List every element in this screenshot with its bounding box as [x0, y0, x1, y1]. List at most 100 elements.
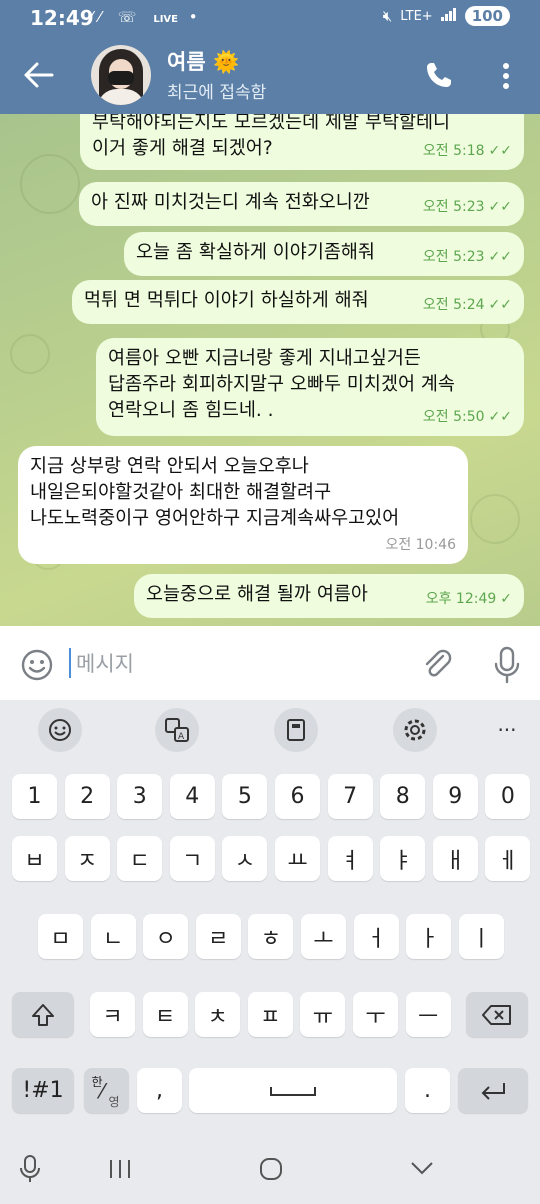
- key-number[interactable]: 4: [169, 774, 215, 819]
- more-icon: ···: [497, 718, 517, 742]
- message-time: 오전 5:23: [422, 199, 485, 215]
- key-letter[interactable]: ㅅ: [222, 836, 268, 881]
- key-number[interactable]: 5: [222, 774, 268, 819]
- message-time: 오전 10:46: [385, 537, 456, 553]
- message-bubble[interactable]: 지금 상부랑 연락 안되서 오늘오후나 내일은되야할것같아 최대한 해결할려구 …: [18, 446, 468, 564]
- voice-record-button[interactable]: [492, 646, 522, 684]
- kebab-menu-icon: [503, 63, 509, 89]
- key-letter[interactable]: ㅕ: [327, 836, 373, 881]
- space-key[interactable]: [189, 1068, 397, 1113]
- shift-key[interactable]: [12, 992, 74, 1037]
- message-bubble[interactable]: 부탁해야되는지도 모르겠는데 제발 부탁할테니 이거 좋게 해결 되겠어? 오전…: [80, 114, 524, 170]
- double-check-icon: ✓✓: [488, 409, 512, 425]
- chat-area[interactable]: 부탁해야되는지도 모르겠는데 제발 부탁할테니 이거 좋게 해결 되겠어? 오전…: [0, 114, 540, 626]
- key-letter[interactable]: ㅊ: [195, 992, 241, 1037]
- keyboard-settings-button[interactable]: [393, 708, 437, 752]
- key-number[interactable]: 1: [12, 774, 57, 819]
- smiley-icon: [21, 649, 53, 681]
- key-number[interactable]: 6: [275, 774, 320, 819]
- key-number[interactable]: 7: [327, 774, 373, 819]
- key-number[interactable]: 2: [64, 774, 110, 819]
- back-button[interactable]: [22, 60, 56, 90]
- message-text: 나도노력중이구 영어안하구 지금계속싸우고있어: [30, 508, 400, 529]
- symbols-key[interactable]: !#1: [12, 1068, 74, 1113]
- key-letter[interactable]: ㅈ: [64, 836, 110, 881]
- message-bubble[interactable]: 아 진짜 미치것는디 계속 전화오니깐 오전 5:23 ✓✓: [79, 182, 524, 226]
- message-bubble[interactable]: 먹튀 면 먹튀다 이야기 하실하게 해줘 오전 5:24 ✓✓: [72, 280, 524, 324]
- key-letter[interactable]: ㅁ: [38, 914, 83, 959]
- keyboard-clipboard-button[interactable]: [274, 708, 318, 752]
- live-score-icon: LIVE: [153, 14, 179, 25]
- key-letter[interactable]: ㄹ: [195, 914, 241, 959]
- message-input[interactable]: 메시지: [76, 648, 134, 678]
- key-letter[interactable]: ㄱ: [169, 836, 215, 881]
- contact-name[interactable]: 여름 🌞: [167, 46, 239, 76]
- key-letter[interactable]: ㅎ: [248, 914, 294, 959]
- message-text: 여름아 오빤 지금너랑 좋게 지내고싶거든: [108, 348, 421, 369]
- key-letter[interactable]: ㄴ: [90, 914, 136, 959]
- back-nav-button[interactable]: [408, 1158, 436, 1178]
- call-forward-icon: ⁄⁄: [90, 8, 108, 26]
- call-button[interactable]: [424, 60, 454, 90]
- shift-icon: [32, 1003, 54, 1026]
- key-letter[interactable]: ㅌ: [142, 992, 188, 1037]
- message-meta: 오전 5:24 ✓✓: [423, 292, 512, 318]
- home-button[interactable]: [258, 1156, 284, 1182]
- emoji-button[interactable]: [20, 648, 54, 682]
- status-left-icons: ⁄⁄ ☏ LIVE •: [90, 8, 204, 26]
- period-key[interactable]: .: [405, 1068, 450, 1113]
- system-nav-bar: [0, 1140, 540, 1204]
- key-letter[interactable]: ㅋ: [90, 992, 135, 1037]
- key-letter[interactable]: ㅔ: [485, 836, 531, 881]
- message-bubble[interactable]: 오늘중으로 해결 될까 여름아 오후 12:49 ✓: [134, 574, 524, 618]
- chevron-down-icon: [411, 1162, 433, 1175]
- signal-icon: [440, 7, 457, 25]
- double-check-icon: ✓✓: [488, 143, 512, 159]
- key-letter[interactable]: ㅓ: [353, 914, 399, 959]
- microphone-icon: [494, 646, 520, 684]
- more-options-button[interactable]: [496, 60, 516, 92]
- nav-mic-button[interactable]: [18, 1152, 42, 1186]
- settings-icon: [404, 719, 426, 741]
- key-number[interactable]: 9: [432, 774, 478, 819]
- key-letter[interactable]: ㅡ: [405, 992, 451, 1037]
- key-number[interactable]: 3: [117, 774, 163, 819]
- message-meta: 오전 10:46: [385, 532, 456, 558]
- keyboard-more-button[interactable]: ···: [485, 708, 529, 752]
- paperclip-icon: [425, 649, 452, 677]
- message-bubble[interactable]: 오늘 좀 확실하게 이야기좀해줘 오전 5:23 ✓✓: [124, 232, 524, 276]
- keyboard-translate-button[interactable]: A: [155, 708, 199, 752]
- translate-icon: A: [165, 718, 189, 742]
- contact-status: 최근에 접속함: [167, 83, 267, 103]
- missed-call-icon: ☏: [117, 8, 143, 26]
- phone-icon: [427, 63, 451, 87]
- key-letter[interactable]: ㅏ: [406, 914, 452, 959]
- message-time: 오전 5:24: [422, 297, 485, 313]
- key-letter[interactable]: ㅐ: [432, 836, 478, 881]
- avatar[interactable]: [91, 45, 151, 105]
- key-letter[interactable]: ㄷ: [117, 836, 163, 881]
- backspace-icon: [482, 1004, 511, 1025]
- key-letter[interactable]: ㅗ: [301, 914, 346, 959]
- single-check-icon: ✓: [500, 591, 512, 607]
- key-letter[interactable]: ㅜ: [353, 992, 398, 1037]
- key-number[interactable]: 0: [485, 774, 531, 819]
- status-bar: 12:49 ⁄⁄ ☏ LIVE • 🔇︎ LTE+ 100: [0, 0, 540, 36]
- recent-apps-button[interactable]: [106, 1156, 134, 1182]
- message-bubble[interactable]: 여름아 오빤 지금너랑 좋게 지내고싶거든 답좀주라 회피하지말구 오빠두 미치…: [96, 338, 524, 436]
- backspace-key[interactable]: [466, 992, 528, 1037]
- key-letter[interactable]: ㅍ: [247, 992, 293, 1037]
- key-letter[interactable]: ㅇ: [143, 914, 189, 959]
- key-letter[interactable]: ㅂ: [12, 836, 57, 881]
- enter-key[interactable]: [458, 1068, 528, 1113]
- key-letter[interactable]: ㅛ: [275, 836, 320, 881]
- key-number[interactable]: 8: [380, 774, 426, 819]
- attach-button[interactable]: [421, 648, 455, 682]
- message-text: 부탁해야되는지도 모르겠는데 제발 부탁할테니: [92, 114, 451, 133]
- keyboard-emoji-button[interactable]: [38, 708, 82, 752]
- key-letter[interactable]: ㅠ: [300, 992, 346, 1037]
- key-letter[interactable]: ㅣ: [458, 914, 504, 959]
- language-key[interactable]: 한 ⁄ 영: [84, 1068, 129, 1113]
- key-letter[interactable]: ㅑ: [380, 836, 426, 881]
- comma-key[interactable]: ,: [137, 1068, 182, 1113]
